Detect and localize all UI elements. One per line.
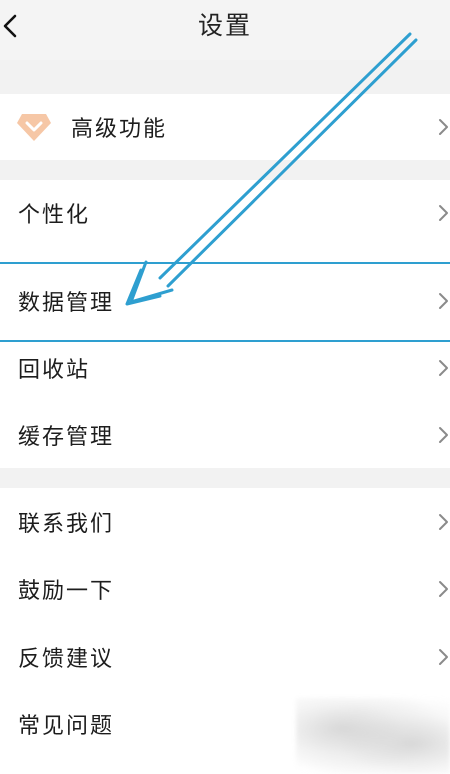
settings-group-support: 联系我们 鼓励一下 反馈建议 常见问题 [0,488,450,774]
settings-item-contact-us[interactable]: 联系我们 [0,491,450,553]
chevron-right-icon [439,427,448,443]
chevron-right-icon [439,360,448,376]
settings-group-data: 个性化 数据管理 回收站 缓存管理 [0,180,450,468]
settings-item-data-management[interactable]: 数据管理 [0,270,450,332]
settings-item-feedback[interactable]: 反馈建议 [0,626,450,688]
settings-item-label: 常见问题 [18,714,115,739]
chevron-right-icon [439,581,448,597]
settings-item-label: 反馈建议 [18,647,115,672]
nav-header: 设置 [0,0,450,60]
settings-item-encourage[interactable]: 鼓励一下 [0,558,450,620]
chevron-right-icon [439,514,448,530]
watermark-smudge [296,698,450,774]
settings-item-premium-features[interactable]: 高级功能 [0,96,450,158]
settings-item-label: 鼓励一下 [18,579,115,604]
settings-group-premium: 高级功能 [0,94,450,160]
chevron-right-icon [439,205,448,221]
settings-item-label: 个性化 [18,203,91,228]
settings-item-label: 高级功能 [71,117,168,142]
chevron-right-icon [439,119,448,135]
settings-item-label: 缓存管理 [18,425,115,450]
settings-item-label: 联系我们 [18,512,115,537]
settings-item-label: 回收站 [18,358,91,383]
chevron-right-icon [439,649,448,665]
chevron-right-icon [439,293,448,309]
diamond-icon [17,114,51,141]
page-title: 设置 [197,11,252,40]
settings-item-recycle-bin[interactable]: 回收站 [0,337,450,399]
settings-item-cache-management[interactable]: 缓存管理 [0,404,450,466]
settings-item-label: 数据管理 [18,291,115,316]
settings-item-personalization[interactable]: 个性化 [0,182,450,244]
